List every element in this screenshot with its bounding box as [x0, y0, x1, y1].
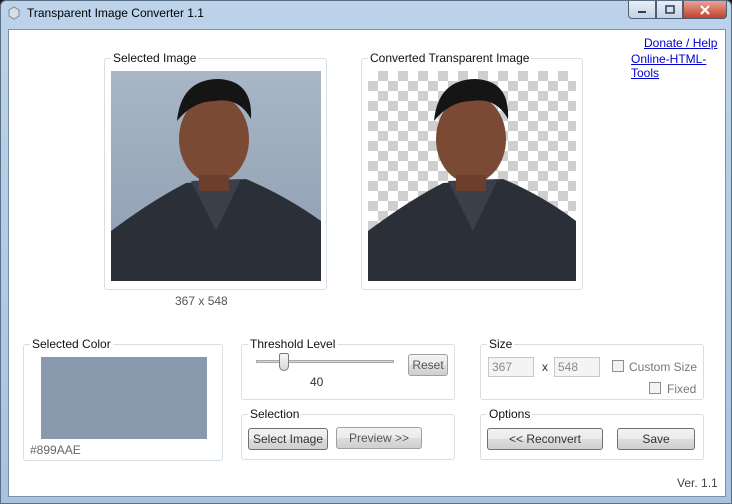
size-x-label: x — [542, 360, 548, 374]
maximize-button[interactable] — [656, 1, 683, 19]
converted-image-group: Converted Transparent Image — [361, 51, 583, 290]
maximize-icon — [664, 5, 675, 14]
fixed-checkbox[interactable] — [649, 382, 661, 394]
online-html-tools-link[interactable]: Online-HTML-Tools — [631, 52, 725, 80]
minimize-button[interactable] — [628, 1, 656, 19]
app-window: Transparent Image Converter 1.1 Donate /… — [0, 0, 732, 504]
threshold-legend: Threshold Level — [248, 337, 338, 351]
converted-image-preview — [368, 71, 576, 281]
selection-group: Selection Select Image Preview >> — [241, 407, 455, 460]
converted-image-legend: Converted Transparent Image — [368, 51, 532, 65]
person-transparent-photo — [368, 79, 576, 281]
options-group: Options << Reconvert Save — [480, 407, 704, 460]
minimize-icon — [638, 10, 646, 13]
window-title: Transparent Image Converter 1.1 — [27, 6, 204, 20]
donate-help-link[interactable]: Donate / Help — [644, 36, 717, 50]
selected-image-legend: Selected Image — [111, 51, 199, 65]
image-dimensions-label: 367 x 548 — [175, 294, 228, 308]
size-group: Size x Custom Size Fixed — [480, 337, 704, 400]
save-button[interactable]: Save — [617, 428, 695, 450]
title-bar[interactable]: Transparent Image Converter 1.1 — [1, 1, 731, 25]
custom-size-label: Custom Size — [629, 360, 698, 374]
fixed-label: Fixed — [667, 382, 697, 396]
preview-button[interactable]: Preview >> — [336, 427, 422, 449]
client-area: Donate / Help Online-HTML-Tools Selected… — [8, 29, 726, 497]
custom-size-checkbox[interactable] — [612, 360, 624, 372]
threshold-slider-track[interactable] — [256, 360, 394, 363]
reset-button[interactable]: Reset — [408, 354, 448, 376]
size-legend: Size — [487, 337, 515, 351]
width-input[interactable] — [488, 357, 534, 377]
person-photo — [111, 79, 321, 281]
close-button[interactable] — [683, 1, 727, 19]
options-legend: Options — [487, 407, 533, 421]
selected-image-group: Selected Image — [104, 51, 327, 290]
version-label: Ver. 1.1 — [677, 476, 718, 490]
color-swatch[interactable] — [41, 357, 207, 439]
selected-color-group: Selected Color #899AAE — [23, 337, 223, 461]
app-icon — [8, 6, 20, 20]
threshold-value: 40 — [310, 375, 324, 389]
height-input[interactable] — [554, 357, 600, 377]
threshold-slider-thumb[interactable] — [278, 353, 289, 371]
selected-image-preview — [111, 71, 321, 281]
selected-color-legend: Selected Color — [30, 337, 113, 351]
close-icon — [700, 4, 710, 15]
reconvert-button[interactable]: << Reconvert — [487, 428, 603, 450]
selection-legend: Selection — [248, 407, 302, 421]
select-image-button[interactable]: Select Image — [248, 428, 328, 450]
color-hex-label: #899AAE — [30, 443, 81, 457]
threshold-group: Threshold Level 40 Reset — [241, 337, 455, 400]
